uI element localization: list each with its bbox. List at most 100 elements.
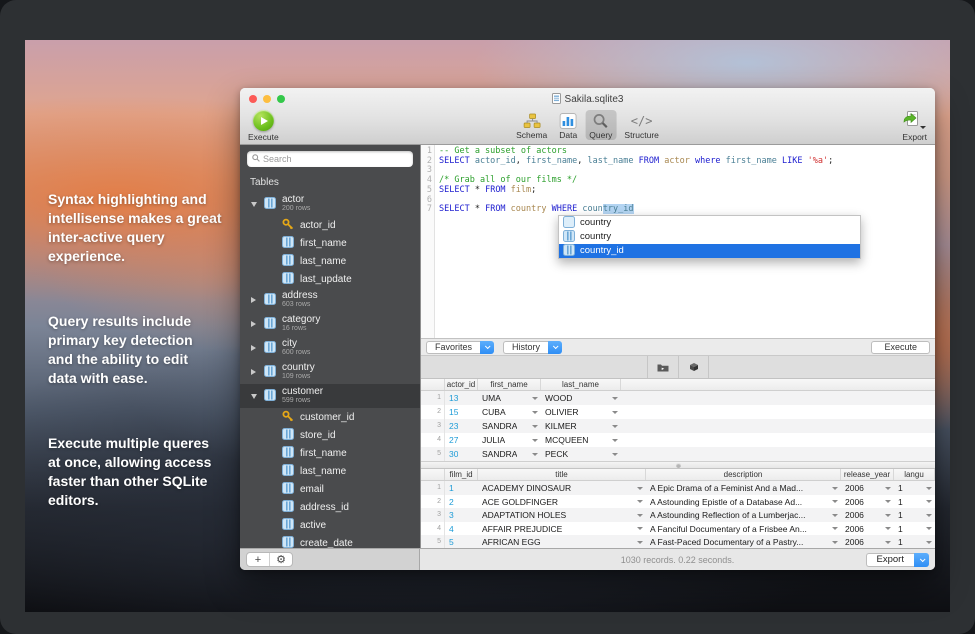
films-table-row[interactable]: 22ACE GOLDFINGERA Astounding Epistle of …	[421, 495, 935, 509]
sidebar-column-customer_id[interactable]: customer_id	[240, 408, 420, 426]
table-cell[interactable]: 23	[445, 421, 478, 431]
cell-dropdown-icon[interactable]	[832, 541, 838, 544]
table-cell[interactable]: PECK	[541, 449, 621, 459]
cell-dropdown-icon[interactable]	[832, 514, 838, 517]
copy-results-button[interactable]	[679, 362, 708, 372]
sidebar-column-create_date[interactable]: create_date	[240, 534, 420, 548]
cell-dropdown-icon[interactable]	[637, 500, 643, 503]
table-cell[interactable]: 15	[445, 407, 478, 417]
column-header-first_name[interactable]: first_name	[478, 379, 541, 390]
sidebar-table-customer[interactable]: customer599 rows	[240, 384, 420, 408]
sql-editor[interactable]: 1234567 -- Get a subset of actorsSELECT …	[421, 145, 935, 338]
table-cell[interactable]: 1	[894, 510, 935, 520]
sidebar-table-city[interactable]: city600 rows	[240, 336, 420, 360]
actors-table-row[interactable]: 113UMAWOOD	[421, 391, 935, 405]
sidebar-column-actor_id[interactable]: actor_id	[240, 216, 420, 234]
cell-dropdown-icon[interactable]	[885, 527, 891, 530]
table-cell[interactable]: 30	[445, 449, 478, 459]
column-header-actor_id[interactable]: actor_id	[445, 379, 478, 390]
cell-dropdown-icon[interactable]	[926, 487, 932, 490]
cell-dropdown-icon[interactable]	[612, 397, 618, 400]
cell-dropdown-icon[interactable]	[637, 541, 643, 544]
disclosure-closed-icon[interactable]	[251, 369, 256, 375]
export-results-dropdown[interactable]	[914, 553, 929, 567]
table-cell[interactable]: WOOD	[541, 393, 621, 403]
cell-dropdown-icon[interactable]	[637, 487, 643, 490]
disclosure-closed-icon[interactable]	[251, 297, 256, 303]
table-cell[interactable]: 2006	[841, 524, 894, 534]
sidebar-table-actor[interactable]: actor200 rows	[240, 192, 420, 216]
export-toolbar-button[interactable]: Export	[902, 110, 927, 142]
cell-dropdown-icon[interactable]	[612, 439, 618, 442]
column-header-release_year[interactable]: release_year	[841, 469, 894, 480]
cell-dropdown-icon[interactable]	[926, 541, 932, 544]
cell-dropdown-icon[interactable]	[926, 500, 932, 503]
favorites-dropdown[interactable]	[480, 341, 494, 354]
table-cell[interactable]: 2006	[841, 537, 894, 547]
cell-dropdown-icon[interactable]	[532, 397, 538, 400]
title-bar[interactable]: Sakila.sqlite3	[240, 88, 935, 110]
disclosure-closed-icon[interactable]	[251, 321, 256, 327]
table-cell[interactable]: 27	[445, 435, 478, 445]
table-cell[interactable]: JULIA	[478, 435, 541, 445]
table-cell[interactable]: 1	[445, 483, 478, 493]
table-cell[interactable]: 1	[894, 497, 935, 507]
add-button[interactable]: +	[247, 553, 269, 566]
cell-dropdown-icon[interactable]	[885, 487, 891, 490]
actors-table-row[interactable]: 215CUBAOLIVIER	[421, 405, 935, 419]
favorites-button[interactable]: Favorites	[426, 341, 494, 354]
table-cell[interactable]: 2006	[841, 483, 894, 493]
table-cell[interactable]: KILMER	[541, 421, 621, 431]
table-cell[interactable]: A Fast-Paced Documentary of a Pastry...	[646, 537, 841, 547]
cell-dropdown-icon[interactable]	[532, 453, 538, 456]
sidebar-column-email[interactable]: email	[240, 480, 420, 498]
column-header-title[interactable]: title	[478, 469, 646, 480]
cell-dropdown-icon[interactable]	[637, 527, 643, 530]
films-table-row[interactable]: 55AFRICAN EGGA Fast-Paced Documentary of…	[421, 535, 935, 549]
actors-table-row[interactable]: 427JULIAMCQUEEN	[421, 433, 935, 447]
search-input[interactable]	[263, 154, 408, 164]
table-cell[interactable]: ADAPTATION HOLES	[478, 510, 646, 520]
tab-schema[interactable]: Schema	[512, 110, 551, 140]
table-cell[interactable]: 5	[445, 537, 478, 547]
cell-dropdown-icon[interactable]	[612, 425, 618, 428]
execute-toolbar-button[interactable]: Execute	[248, 110, 279, 142]
results-splitter[interactable]	[421, 461, 935, 469]
history-button[interactable]: History	[503, 341, 562, 354]
cell-dropdown-icon[interactable]	[885, 514, 891, 517]
table-cell[interactable]: A Astounding Reflection of a Lumberjac..…	[646, 510, 841, 520]
table-cell[interactable]: ACADEMY DINOSAUR	[478, 483, 646, 493]
column-header-description[interactable]: description	[646, 469, 841, 480]
table-cell[interactable]: 2006	[841, 497, 894, 507]
tab-structure[interactable]: </>Structure	[620, 110, 663, 140]
column-header-langu[interactable]: langu	[894, 469, 935, 480]
cell-dropdown-icon[interactable]	[832, 527, 838, 530]
table-cell[interactable]: AFRICAN EGG	[478, 537, 646, 547]
sidebar-column-last_update[interactable]: last_update	[240, 270, 420, 288]
table-cell[interactable]: ACE GOLDFINGER	[478, 497, 646, 507]
sidebar-column-first_name[interactable]: first_name	[240, 444, 420, 462]
table-cell[interactable]: AFFAIR PREJUDICE	[478, 524, 646, 534]
tab-query[interactable]: Query	[585, 110, 616, 140]
table-cell[interactable]: 2	[445, 497, 478, 507]
sidebar-column-address_id[interactable]: address_id	[240, 498, 420, 516]
cell-dropdown-icon[interactable]	[885, 541, 891, 544]
table-cell[interactable]: MCQUEEN	[541, 435, 621, 445]
column-header-last_name[interactable]: last_name	[541, 379, 621, 390]
table-cell[interactable]: UMA	[478, 393, 541, 403]
table-cell[interactable]: 13	[445, 393, 478, 403]
table-cell[interactable]: A Fanciful Documentary of a Frisbee An..…	[646, 524, 841, 534]
cell-dropdown-icon[interactable]	[832, 487, 838, 490]
table-cell[interactable]: 3	[445, 510, 478, 520]
sidebar-search[interactable]	[247, 151, 413, 167]
execute-query-button[interactable]: Execute	[871, 341, 930, 354]
table-cell[interactable]: 1	[894, 483, 935, 493]
disclosure-open-icon[interactable]	[251, 202, 257, 207]
settings-button[interactable]: ⚙	[270, 553, 292, 566]
export-results-button[interactable]: Export	[866, 553, 929, 567]
table-cell[interactable]: SANDRA	[478, 421, 541, 431]
table-cell[interactable]: A Epic Drama of a Feminist And a Mad...	[646, 483, 841, 493]
films-table-row[interactable]: 11ACADEMY DINOSAURA Epic Drama of a Femi…	[421, 481, 935, 495]
table-cell[interactable]: OLIVIER	[541, 407, 621, 417]
sidebar-column-store_id[interactable]: store_id	[240, 426, 420, 444]
